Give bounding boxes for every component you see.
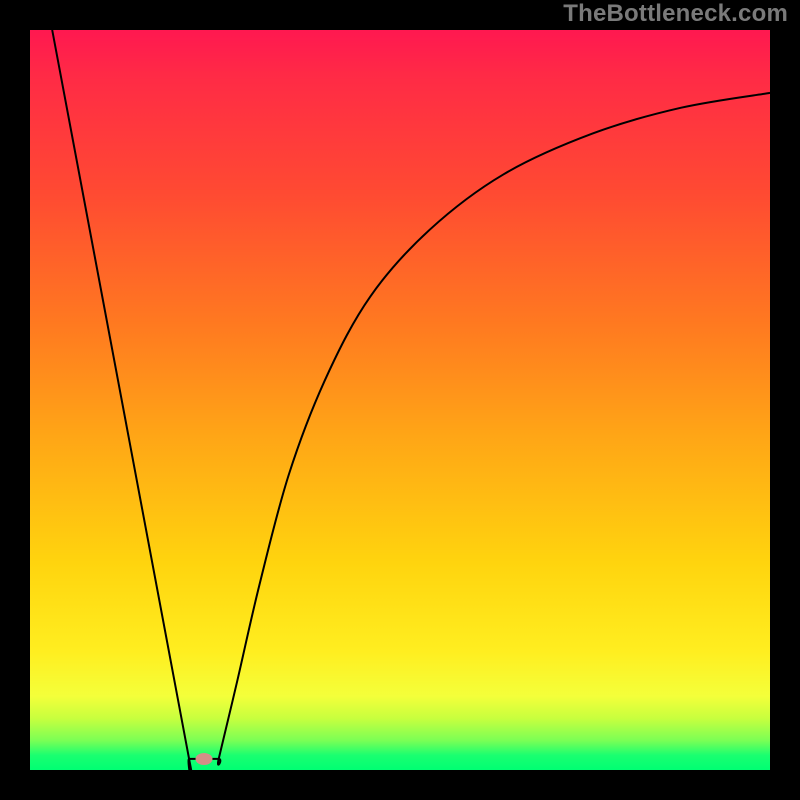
plot-area — [30, 30, 770, 770]
curve-line — [52, 30, 770, 800]
chart-frame: TheBottleneck.com — [0, 0, 800, 800]
watermark-text: TheBottleneck.com — [563, 0, 788, 28]
optimal-point-marker — [195, 753, 212, 765]
bottleneck-curve — [30, 30, 770, 770]
